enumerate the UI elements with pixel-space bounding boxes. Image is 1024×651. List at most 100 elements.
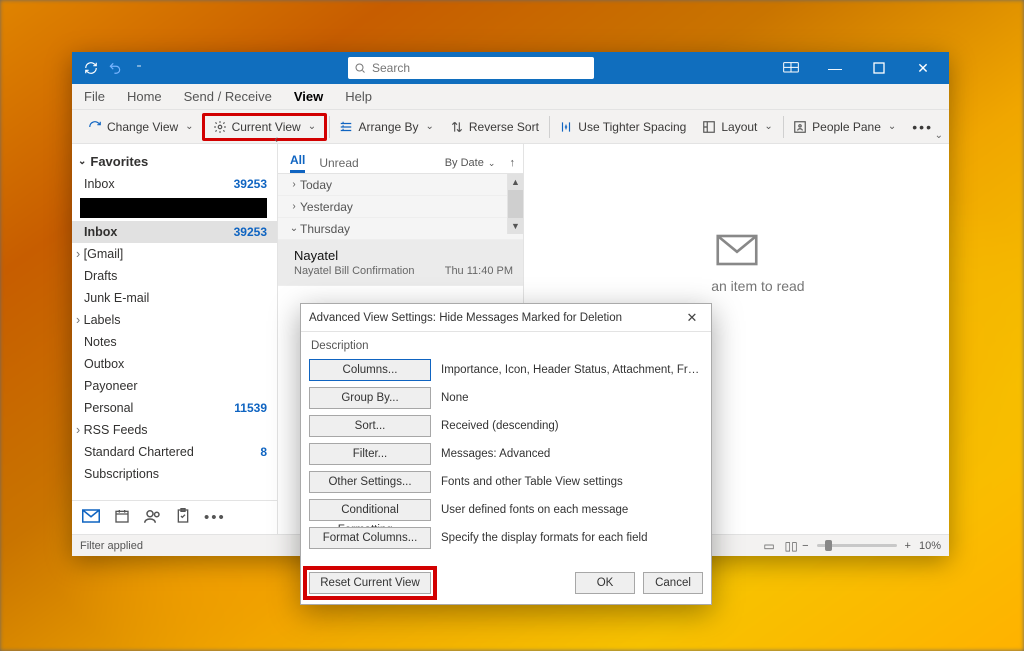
folder-outbox[interactable]: Outbox: [72, 353, 277, 375]
reverse-sort-button[interactable]: Reverse Sort: [442, 116, 547, 138]
search-box[interactable]: Search: [348, 57, 594, 79]
view-reading-icon[interactable]: ▯▯: [780, 539, 802, 553]
dialog-section-label: Description: [311, 340, 703, 352]
zoom-out-icon[interactable]: −: [802, 540, 808, 552]
folder-subscriptions[interactable]: Subscriptions: [72, 463, 277, 485]
change-view-button[interactable]: Change View⌄: [80, 116, 202, 138]
favorite-inbox[interactable]: Inbox 39253: [72, 173, 277, 195]
menu-file[interactable]: File: [84, 89, 105, 104]
qat-dropdown-icon[interactable]: ⁼: [130, 59, 148, 77]
folder-junk[interactable]: Junk E-mail: [72, 287, 277, 309]
folder-drafts[interactable]: Drafts: [72, 265, 277, 287]
advanced-view-settings-dialog: Advanced View Settings: Hide Messages Ma…: [300, 303, 712, 605]
sort-button[interactable]: Sort...: [309, 415, 431, 437]
ok-button[interactable]: OK: [575, 572, 635, 594]
tasks-icon[interactable]: [176, 508, 190, 528]
group-today[interactable]: ›Today: [278, 174, 523, 196]
group-yesterday[interactable]: ›Yesterday: [278, 196, 523, 218]
folder-gmail[interactable]: [Gmail]: [72, 243, 277, 265]
menu-bar: File Home Send / Receive View Help: [72, 84, 949, 110]
menu-send-receive[interactable]: Send / Receive: [184, 89, 272, 104]
folder-standard-chartered[interactable]: Standard Chartered 8: [72, 441, 277, 463]
menu-view[interactable]: View: [294, 89, 323, 104]
message-time: Thu 11:40 PM: [445, 265, 513, 277]
minimize-button[interactable]: —: [813, 52, 857, 84]
sync-icon[interactable]: [82, 59, 100, 77]
people-nav-icon[interactable]: [144, 508, 162, 528]
folder-inbox[interactable]: Inbox 39253: [72, 221, 277, 243]
gear-icon: [213, 120, 227, 134]
group-by-button[interactable]: Group By...: [309, 387, 431, 409]
other-settings-desc: Fonts and other Table View settings: [441, 476, 703, 488]
columns-button[interactable]: Columns...: [309, 359, 431, 381]
menu-home[interactable]: Home: [127, 89, 162, 104]
people-icon: [793, 120, 807, 134]
people-pane-button[interactable]: People Pane⌄: [785, 116, 904, 138]
change-view-icon: [88, 120, 102, 134]
cond-fmt-desc: User defined fonts on each message: [441, 504, 703, 516]
menu-help[interactable]: Help: [345, 89, 372, 104]
folder-notes[interactable]: Notes: [72, 331, 277, 353]
folder-personal[interactable]: Personal 11539: [72, 397, 277, 419]
spacing-icon: [559, 120, 573, 134]
message-subject: Nayatel Bill Confirmation: [294, 265, 414, 277]
tab-unread[interactable]: Unread: [319, 156, 358, 173]
mail-icon[interactable]: [82, 509, 100, 527]
dialog-titlebar: Advanced View Settings: Hide Messages Ma…: [301, 304, 711, 332]
message-item[interactable]: Nayatel Nayatel Bill Confirmation Thu 11…: [278, 240, 523, 286]
current-view-button[interactable]: Current View⌄: [202, 113, 328, 141]
folder-labels[interactable]: Labels: [72, 309, 277, 331]
scroll-down-icon[interactable]: ▼: [508, 218, 523, 234]
close-button[interactable]: ✕: [901, 52, 945, 84]
favorites-header[interactable]: ⌄Favorites: [72, 144, 277, 173]
view-normal-icon[interactable]: ▭: [758, 539, 780, 553]
tighter-spacing-button[interactable]: Use Tighter Spacing: [551, 116, 694, 138]
scroll-up-icon[interactable]: ▲: [508, 174, 523, 190]
arrange-by-button[interactable]: Arrange By⌄: [331, 116, 441, 138]
redacted-account[interactable]: [80, 198, 267, 218]
collapse-ribbon-icon[interactable]: ⌄: [935, 130, 943, 141]
other-settings-button[interactable]: Other Settings...: [309, 471, 431, 493]
reset-current-view-button[interactable]: Reset Current View: [309, 572, 431, 594]
reading-prompt: Select an item to read: [668, 278, 804, 294]
folder-pane: ‹ ⌄Favorites Inbox 39253 Inbox 39253 [Gm…: [72, 144, 278, 534]
tab-all[interactable]: All: [290, 153, 305, 173]
list-header: All Unread By Date ⌄ ↑: [278, 144, 523, 174]
filter-button[interactable]: Filter...: [309, 443, 431, 465]
nav-more-icon[interactable]: •••: [204, 509, 226, 526]
message-from: Nayatel: [294, 248, 513, 263]
layout-button[interactable]: Layout⌄: [694, 116, 780, 138]
zoom-slider[interactable]: [817, 544, 897, 547]
layout-icon: [702, 120, 716, 134]
cancel-button[interactable]: Cancel: [643, 572, 703, 594]
undo-icon[interactable]: [106, 59, 124, 77]
sort-by[interactable]: By Date ⌄ ↑: [445, 157, 515, 173]
dialog-close-button[interactable]: ✕: [681, 310, 703, 326]
filter-desc: Messages: Advanced: [441, 448, 703, 460]
calendar-icon[interactable]: [114, 508, 130, 528]
ribbon: Change View⌄ Current View⌄ Arrange By⌄ R…: [72, 110, 949, 144]
search-placeholder: Search: [372, 61, 410, 75]
titlebar: ⁼ Search — ✕: [72, 52, 949, 84]
display-options-icon[interactable]: [769, 52, 813, 84]
format-columns-button[interactable]: Format Columns...: [309, 527, 431, 549]
zoom-in-icon[interactable]: +: [905, 540, 911, 552]
qat: ⁼: [76, 59, 148, 77]
conditional-formatting-button[interactable]: Conditional Formatting...: [309, 499, 431, 521]
maximize-button[interactable]: [857, 52, 901, 84]
format-columns-desc: Specify the display formats for each fie…: [441, 532, 703, 544]
arrange-icon: [339, 120, 353, 134]
reverse-sort-icon: [450, 120, 464, 134]
status-left: Filter applied: [80, 540, 143, 552]
dialog-title: Advanced View Settings: Hide Messages Ma…: [309, 312, 681, 324]
scroll-thumb[interactable]: [508, 190, 523, 218]
sort-asc-icon[interactable]: ↑: [510, 157, 516, 169]
search-icon: [354, 62, 366, 74]
sort-desc: Received (descending): [441, 420, 703, 432]
group-thursday[interactable]: ⌄Thursday: [278, 218, 523, 240]
zoom-percent: 10%: [919, 540, 941, 552]
folder-payoneer[interactable]: Payoneer: [72, 375, 277, 397]
folder-rss[interactable]: RSS Feeds: [72, 419, 277, 441]
list-scrollbar[interactable]: ▲ ▼: [507, 174, 523, 234]
zoom-control[interactable]: − + 10%: [802, 540, 941, 552]
